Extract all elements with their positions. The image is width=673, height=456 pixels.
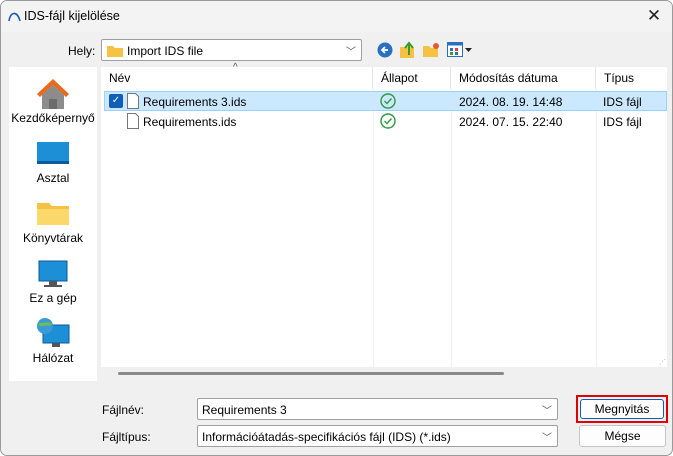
file-type: IDS fájl xyxy=(603,115,642,129)
file-name: Requirements 3.ids xyxy=(143,95,247,109)
location-label: Hely: xyxy=(68,44,96,58)
sidebar-item-label: Könyvtárak xyxy=(22,231,84,245)
location-value: Import IDS file xyxy=(127,44,204,58)
sidebar-item-label: Asztal xyxy=(36,171,70,185)
sidebar-item-desktop[interactable]: Asztal xyxy=(9,131,97,189)
filename-input[interactable]: Requirements 3 ﹀ xyxy=(197,398,558,420)
file-date: 2024. 07. 15. 22:40 xyxy=(459,115,563,129)
folder-icon xyxy=(107,46,123,57)
status-ok-icon xyxy=(380,113,396,129)
sidebar-item-label: Kezdőképernyő xyxy=(11,111,95,125)
sidebar-item-label: Hálózat xyxy=(32,351,74,365)
file-type: IDS fájl xyxy=(603,95,642,109)
sidebar-item-label: Ez a gép xyxy=(29,291,77,305)
chevron-down-icon: ﹀ xyxy=(346,47,356,58)
filename-value: Requirements 3 xyxy=(202,403,287,417)
filetype-value: Információátadás-specifikációs fájl (IDS… xyxy=(202,430,451,444)
file-name: Requirements.ids xyxy=(143,115,237,129)
file-date: 2024. 08. 19. 14:48 xyxy=(459,95,563,109)
folder-icon xyxy=(37,203,69,225)
new-folder-icon[interactable] xyxy=(423,42,440,57)
places-sidebar: Kezdőképernyő Asztal Könyvtárak Ez a gép… xyxy=(9,67,97,381)
column-header-name[interactable]: Név xyxy=(101,67,373,89)
network-icon xyxy=(37,318,70,347)
sidebar-item-this-pc[interactable]: Ez a gép xyxy=(9,251,97,309)
column-header-status[interactable]: Állapot xyxy=(373,67,451,89)
horizontal-scrollbar[interactable] xyxy=(118,372,504,375)
file-list: ^ Név Állapot Módosítás dátuma Típus ✓ R… xyxy=(101,62,667,367)
column-header-type[interactable]: Típus xyxy=(596,67,667,89)
chevron-down-icon: ﹀ xyxy=(542,433,552,444)
file-open-dialog: IDS-fájl kijelölése ✕ Hely: Import IDS f… xyxy=(0,0,673,456)
close-icon[interactable]: ✕ xyxy=(642,4,666,28)
resize-grip-icon: ⋰ xyxy=(659,359,666,366)
sidebar-item-network[interactable]: Hálózat xyxy=(9,311,97,369)
status-ok-icon xyxy=(380,93,396,109)
filename-label: Fájlnév: xyxy=(102,403,145,417)
filetype-dropdown[interactable]: Információátadás-specifikációs fájl (IDS… xyxy=(197,425,558,447)
sidebar-item-libraries[interactable]: Könyvtárak xyxy=(9,191,97,249)
column-header-date[interactable]: Módosítás dátuma xyxy=(451,67,596,89)
view-menu-icon[interactable] xyxy=(447,42,473,57)
file-row[interactable]: Requirements.ids 2024. 07. 15. 22:40 IDS… xyxy=(104,111,667,131)
home-icon xyxy=(37,79,69,109)
back-icon[interactable] xyxy=(377,42,393,58)
checkbox-checked-icon[interactable]: ✓ xyxy=(109,94,123,108)
app-icon xyxy=(8,12,21,22)
computer-icon xyxy=(38,260,68,287)
filetype-label: Fájltípus: xyxy=(102,430,151,444)
title-bar: IDS-fájl kijelölése ✕ xyxy=(1,1,672,32)
file-icon xyxy=(127,113,139,129)
sidebar-item-home[interactable]: Kezdőképernyő xyxy=(9,71,97,129)
open-button[interactable]: Megnyitás xyxy=(580,399,664,419)
up-folder-icon[interactable] xyxy=(400,41,416,58)
file-icon xyxy=(127,93,139,109)
file-row[interactable]: ✓ Requirements 3.ids 2024. 08. 19. 14:48… xyxy=(104,91,667,111)
location-dropdown[interactable]: Import IDS file ﹀ xyxy=(101,39,362,61)
chevron-down-icon[interactable]: ﹀ xyxy=(542,402,552,417)
desktop-icon xyxy=(37,142,69,164)
window-title: IDS-fájl kijelölése xyxy=(24,9,120,23)
cancel-button[interactable]: Mégse xyxy=(579,425,666,447)
